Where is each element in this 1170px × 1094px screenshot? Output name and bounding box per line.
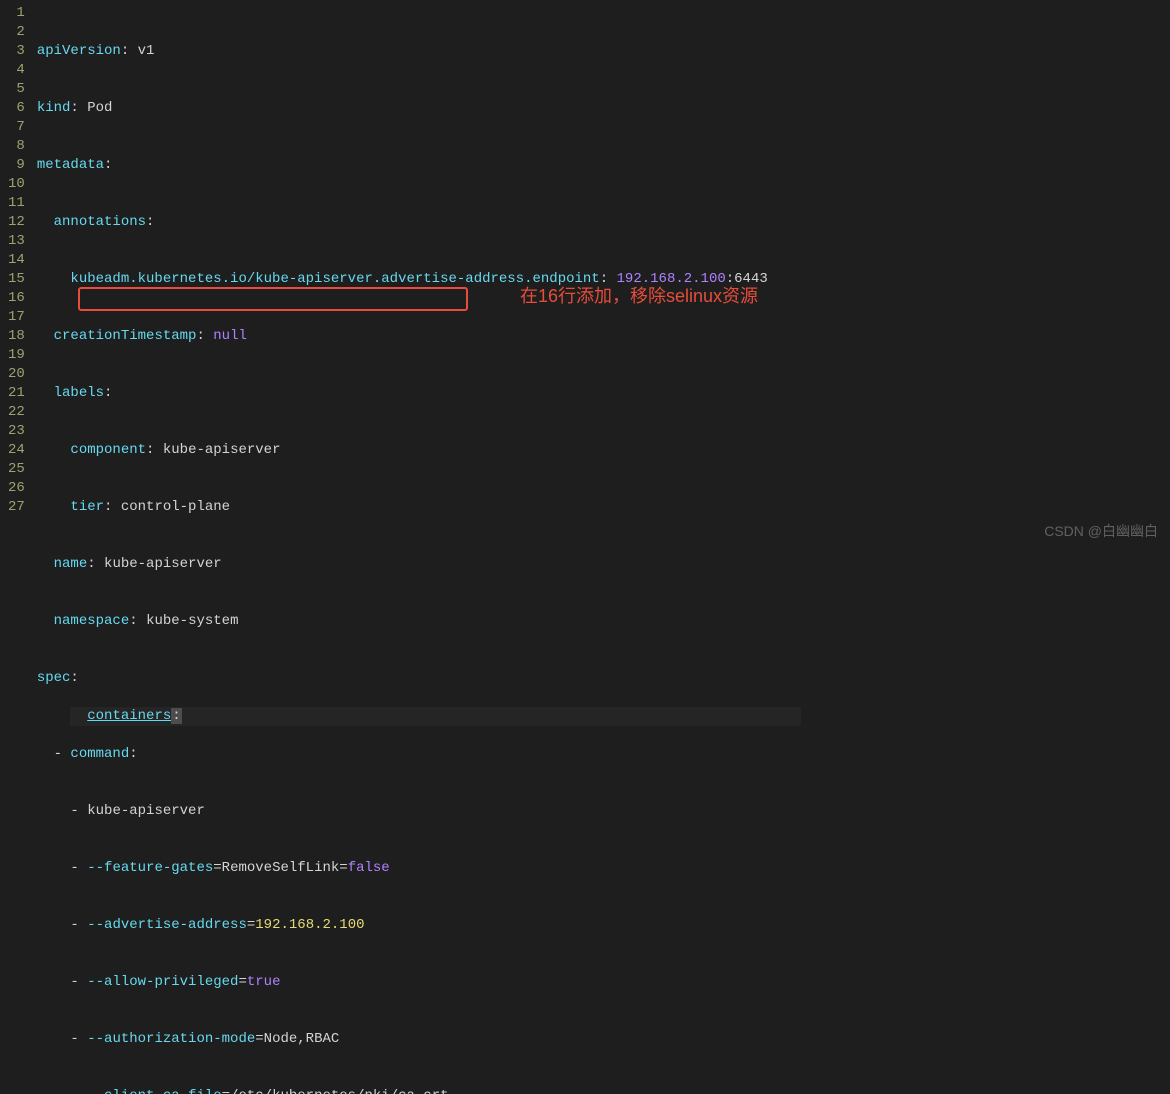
code-content[interactable]: apiVersion: v1 kind: Pod metadata: annot… [33, 0, 768, 547]
line-number: 17 [8, 308, 25, 327]
code-line[interactable]: - --advertise-address=192.168.2.100 [37, 916, 768, 935]
line-number: 3 [8, 42, 25, 61]
cursor: : [171, 708, 181, 724]
line-number: 26 [8, 479, 25, 498]
line-number: 19 [8, 346, 25, 365]
line-number: 12 [8, 213, 25, 232]
line-number: 18 [8, 327, 25, 346]
code-line[interactable]: - --feature-gates=RemoveSelfLink=false [37, 859, 768, 878]
code-line[interactable]: - --authorization-mode=Node,RBAC [37, 1030, 768, 1049]
line-number: 15 [8, 270, 25, 289]
line-number: 6 [8, 99, 25, 118]
code-editor[interactable]: 1 2 3 4 5 6 7 8 9 10 11 12 13 14 15 16 1… [0, 0, 1170, 547]
code-line[interactable]: name: kube-apiserver [37, 555, 768, 574]
line-number: 4 [8, 61, 25, 80]
code-line[interactable]: metadata: [37, 156, 768, 175]
line-number: 24 [8, 441, 25, 460]
code-line[interactable]: kubeadm.kubernetes.io/kube-apiserver.adv… [37, 270, 768, 289]
code-line[interactable]: annotations: [37, 213, 768, 232]
line-number: 20 [8, 365, 25, 384]
line-number: 5 [8, 80, 25, 99]
line-number: 2 [8, 23, 25, 42]
code-line[interactable]: - --client-ca-file=/etc/kubernetes/pki/c… [37, 1087, 768, 1094]
code-line[interactable]: labels: [37, 384, 768, 403]
code-line[interactable]: apiVersion: v1 [37, 42, 768, 61]
line-number: 21 [8, 384, 25, 403]
code-line[interactable]: namespace: kube-system [37, 612, 768, 631]
code-line[interactable]: spec: [37, 669, 768, 688]
code-line[interactable]: kind: Pod [37, 99, 768, 118]
line-number: 16 [8, 289, 25, 308]
line-number: 1 [8, 4, 25, 23]
line-number: 22 [8, 403, 25, 422]
code-line-current[interactable]: containers: [70, 707, 801, 726]
line-number: 23 [8, 422, 25, 441]
line-number: 8 [8, 137, 25, 156]
code-line[interactable]: - --allow-privileged=true [37, 973, 768, 992]
line-number: 9 [8, 156, 25, 175]
line-number: 27 [8, 498, 25, 517]
code-line[interactable]: - kube-apiserver [37, 802, 768, 821]
line-number: 7 [8, 118, 25, 137]
line-number-gutter: 1 2 3 4 5 6 7 8 9 10 11 12 13 14 15 16 1… [0, 0, 33, 547]
line-number: 14 [8, 251, 25, 270]
code-line[interactable]: component: kube-apiserver [37, 441, 768, 460]
code-line[interactable]: - command: [37, 745, 768, 764]
line-number: 11 [8, 194, 25, 213]
line-number: 25 [8, 460, 25, 479]
line-number: 13 [8, 232, 25, 251]
code-line[interactable]: tier: control-plane [37, 498, 768, 517]
line-number: 10 [8, 175, 25, 194]
code-line[interactable]: creationTimestamp: null [37, 327, 768, 346]
